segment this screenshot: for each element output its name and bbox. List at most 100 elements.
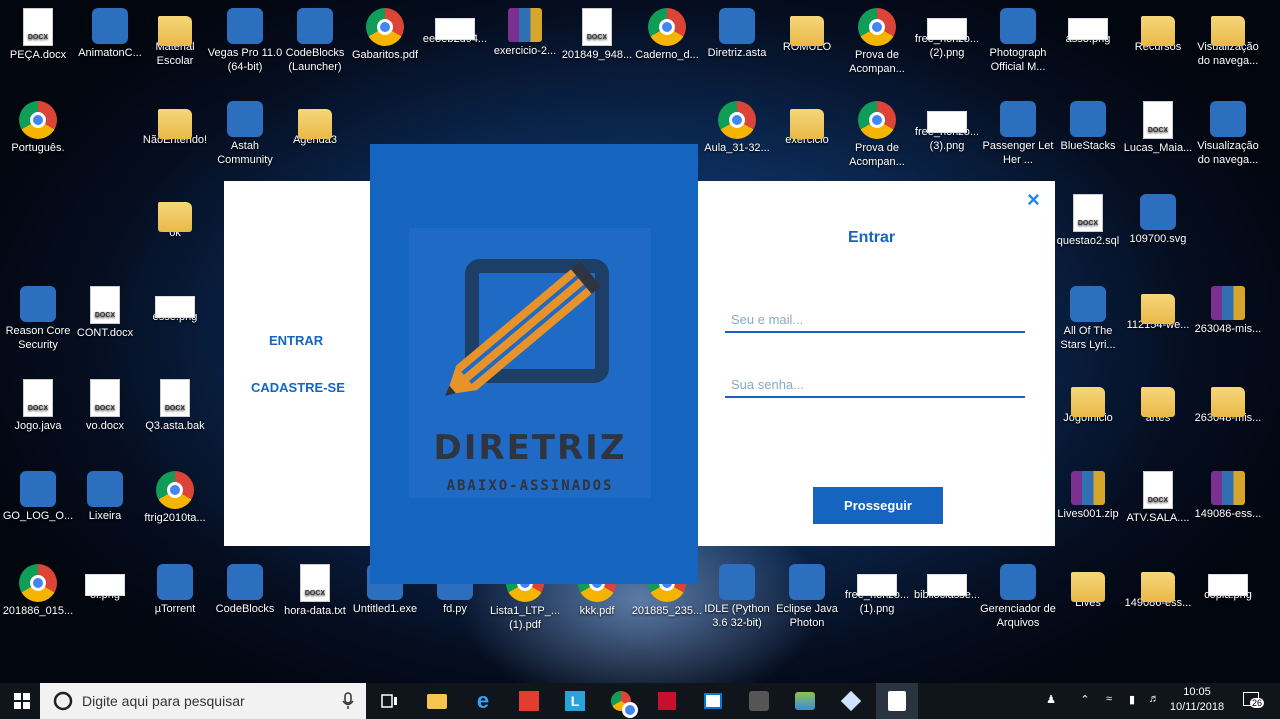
app-l-icon[interactable]: L [558, 683, 592, 719]
close-icon[interactable]: × [1027, 187, 1040, 213]
desktop-icon[interactable]: 263048-mis... [1190, 379, 1266, 425]
desktop-icon[interactable]: Agenda3 [277, 101, 353, 147]
desktop-icon[interactable]: Visualização do navega... [1190, 101, 1266, 167]
desktop-icon[interactable]: copia.png [1190, 564, 1266, 602]
cadastre-se-nav-button[interactable]: CADASTRE-SE [251, 380, 345, 395]
desktop-icon[interactable]: IDLE (Python 3.6 32-bit) [699, 564, 775, 630]
email-field[interactable] [725, 307, 1025, 333]
desktop-icon[interactable]: Passenger Let Her ... [980, 101, 1056, 167]
chevron-up-icon[interactable]: ⌃ [1078, 693, 1092, 706]
desktop-icon[interactable]: Português. [0, 101, 76, 155]
desktop-icon[interactable]: Gabaritos.pdf [347, 8, 423, 62]
store-icon[interactable] [696, 683, 730, 719]
desktop-icon[interactable]: Lives001.zip [1050, 471, 1126, 521]
desktop-icon[interactable]: CodeBlocks (Launcher) [277, 8, 353, 74]
desktop-icon[interactable]: free_horizo... (3).png [909, 101, 985, 153]
desktop-icon[interactable]: GO_LOG_O... [0, 471, 76, 523]
mcafee-icon[interactable] [650, 683, 684, 719]
desktop-icon[interactable]: free_horizo... (2).png [909, 8, 985, 60]
desktop-icon[interactable]: DOCX ATV.SALA.... [1120, 471, 1196, 525]
desktop-icon[interactable]: DOCX 201849_948... [559, 8, 635, 62]
desktop-icon[interactable]: DOCX vo.docx [67, 379, 143, 433]
people-icon[interactable]: ♟ [1044, 693, 1058, 706]
doc-file-icon: DOCX [90, 379, 120, 417]
desktop-icon[interactable]: Recursos [1120, 8, 1196, 54]
app-red-icon[interactable] [512, 683, 546, 719]
desktop-icon[interactable]: DOCX Q3.asta.bak [137, 379, 213, 433]
desktop-icon[interactable]: artes [1120, 379, 1196, 425]
cube-icon[interactable] [834, 683, 868, 719]
desktop-icon[interactable]: 109700.svg [1120, 194, 1196, 246]
desktop-icon[interactable]: exercicio-2... [487, 8, 563, 58]
desktop-icon[interactable]: DOCX Lucas_Maia... [1120, 101, 1196, 155]
desktop-icon[interactable]: DOCX PEÇA.docx [0, 8, 76, 62]
desktop-icon[interactable]: 263048-mis... [1190, 286, 1266, 336]
search-box[interactable]: Digite aqui para pesquisar [40, 683, 366, 719]
password-field[interactable] [725, 372, 1025, 398]
desktop-icon[interactable]: 112154-we... [1120, 286, 1196, 332]
battery-icon[interactable]: ▮ [1124, 693, 1140, 706]
desktop-icon[interactable]: Vegas Pro 11.0 (64-bit) [207, 8, 283, 74]
desktop-icon[interactable]: Reason Core Security [0, 286, 76, 352]
chrome-taskbar-icon[interactable] [604, 683, 638, 719]
desktop-icon-label: ftrig2010ta... [144, 512, 206, 524]
desktop-icon[interactable]: DOCX questao2.sql [1050, 194, 1126, 248]
desktop-icon[interactable]: Eclipse Java Photon [769, 564, 845, 630]
desktop-icon[interactable]: Lixeira [67, 471, 143, 523]
desktop-icon[interactable]: BlueStacks [1050, 101, 1126, 153]
desktop-icon[interactable]: All Of The Stars Lyri... [1050, 286, 1126, 352]
desktop-icon[interactable]: 201886_015... [0, 564, 76, 618]
folder-file-icon [1141, 387, 1175, 417]
microphone-icon[interactable] [342, 692, 354, 710]
entrar-nav-button[interactable]: ENTRAR [269, 333, 323, 348]
desktop-icon[interactable]: DOCX CONT.docx [67, 286, 143, 340]
desktop-icon[interactable]: DOCX Jogo.java [0, 379, 76, 433]
desktop-icon[interactable]: free_horizo... (1).png [839, 564, 915, 616]
desktop-icon[interactable]: oi.png [67, 564, 143, 602]
desktop-icon[interactable]: RÔMULO [769, 8, 845, 54]
desktop-icon[interactable]: Lives [1050, 564, 1126, 610]
edge-icon[interactable]: e [466, 683, 500, 719]
desktop-icon[interactable]: ok [137, 194, 213, 240]
desktop-icon[interactable]: ass3.png [1050, 8, 1126, 46]
bluestacks-icon[interactable] [788, 683, 822, 719]
desktop-icon[interactable]: DOCX hora-data.txt [277, 564, 353, 618]
desktop-icon[interactable]: ftrig2010ta... [137, 471, 213, 525]
folder-file-icon [1141, 294, 1175, 324]
desktop-icon[interactable]: 149086-ess... [1120, 564, 1196, 610]
doc-file-icon: DOCX [23, 379, 53, 417]
desktop-icon[interactable]: CodeBlocks [207, 564, 283, 616]
desktop-icon[interactable]: µTorrent [137, 564, 213, 616]
clock[interactable]: 10:05 10/11/2018 [1166, 686, 1228, 713]
desktop-icon[interactable]: Prova de Acompan... [839, 101, 915, 169]
desktop-icon[interactable]: Material Escolar [137, 8, 213, 68]
desktop-icon[interactable]: Gerenciador de Arquivos [980, 564, 1056, 630]
chrome-file-icon [19, 564, 57, 602]
desktop-icon[interactable]: Caderno_d... [629, 8, 705, 62]
desktop-icon[interactable]: Prova de Acompan... [839, 8, 915, 76]
desktop-icon[interactable]: Aula_31-32... [699, 101, 775, 155]
desktop-icon[interactable]: esse.png [137, 286, 213, 324]
desktop-icon-label: Astah Community [217, 140, 273, 166]
desktop-icon[interactable]: Astah Community [207, 101, 283, 167]
desktop-icon[interactable]: ee5eb2d94... [417, 8, 493, 46]
desktop-icon[interactable]: Visualização do navega... [1190, 8, 1266, 68]
prosseguir-button[interactable]: Prosseguir [813, 487, 943, 524]
notification-center-icon[interactable]: 26 [1238, 692, 1265, 709]
desktop-icon[interactable]: Photograph Official M... [980, 8, 1056, 74]
desktop-icon[interactable]: JogoInicio [1050, 379, 1126, 425]
gen-file-icon [92, 8, 128, 44]
desktop-icon[interactable]: NãoEntendo! [137, 101, 213, 147]
desktop-icon[interactable]: Diretriz.asta [699, 8, 775, 60]
start-button[interactable] [4, 683, 40, 719]
task-view-icon[interactable] [372, 683, 408, 719]
desktop-icon[interactable]: biblioclasse... [909, 564, 985, 602]
java-app-icon[interactable] [876, 683, 918, 719]
game-icon[interactable] [742, 683, 776, 719]
brand-subtitle: ABAIXO-ASSINADOS [446, 478, 614, 494]
desktop-icon[interactable]: exercicio [769, 101, 845, 147]
wifi-icon[interactable]: ≈ [1102, 693, 1116, 705]
file-explorer-icon[interactable] [420, 683, 454, 719]
desktop-icon[interactable]: 149086-ess... [1190, 471, 1266, 521]
volume-icon[interactable]: ♬ [1146, 693, 1162, 705]
